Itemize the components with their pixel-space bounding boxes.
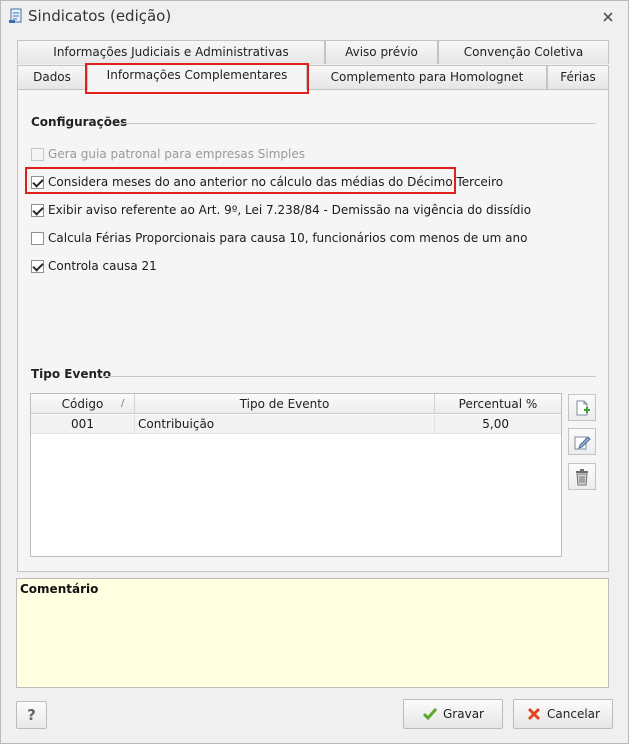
cell-codigo: 001	[31, 415, 135, 434]
trash-icon	[576, 468, 588, 485]
option-label: Considera meses do ano anterior no cálcu…	[48, 175, 504, 189]
table-header: Código / Tipo de Evento Percentual %	[31, 394, 561, 414]
cancel-button-label: Cancelar	[547, 707, 600, 721]
save-button[interactable]: Gravar	[403, 699, 503, 729]
add-document-icon	[576, 400, 590, 415]
edit-icon	[574, 435, 591, 449]
comment-field[interactable]: Comentário	[16, 578, 609, 688]
document-icon	[9, 8, 22, 23]
tipo-evento-title: Tipo Evento	[31, 367, 111, 381]
check-icon	[422, 708, 438, 721]
edit-record-button[interactable]	[568, 428, 596, 455]
option-label: Calcula Férias Proporcionais para causa …	[48, 231, 528, 245]
checkbox-gera-guia-patronal	[31, 147, 44, 161]
tab-informacoes-complementares[interactable]: Informações Complementares	[87, 63, 307, 90]
option-considera-meses[interactable]: Considera meses do ano anterior no cálcu…	[31, 173, 503, 191]
checkbox-calcula-ferias[interactable]	[31, 231, 44, 245]
option-label: Gera guia patronal para empresas Simples	[48, 147, 306, 161]
window-title: Sindicatos (edição)	[28, 7, 172, 25]
tab-dados[interactable]: Dados	[17, 65, 87, 89]
close-icon[interactable]	[600, 9, 616, 25]
tab-aviso-previo[interactable]: Aviso prévio	[325, 40, 438, 64]
tab-informacoes-judiciais[interactable]: Informações Judiciais e Administrativas	[17, 40, 325, 64]
column-header-codigo[interactable]: Código	[31, 394, 135, 414]
checkbox-considera-meses[interactable]	[31, 175, 44, 189]
checkbox-exibir-aviso[interactable]	[31, 203, 44, 217]
option-controla-causa[interactable]: Controla causa 21	[31, 257, 157, 275]
help-button[interactable]: ?	[16, 701, 47, 729]
checkbox-controla-causa[interactable]	[31, 259, 44, 273]
cell-percentual: 5,00	[482, 417, 509, 431]
tab-ferias[interactable]: Férias	[547, 65, 609, 89]
title-bar: Sindicatos (edição)	[1, 1, 628, 33]
option-gera-guia-patronal: Gera guia patronal para empresas Simples	[31, 145, 305, 163]
column-header-percentual[interactable]: Percentual %	[435, 394, 561, 414]
comment-label: Comentário	[20, 582, 99, 596]
cell-tipo-evento: Contribuição	[135, 415, 435, 434]
cancel-icon	[527, 707, 541, 721]
tipo-evento-table[interactable]: Código / Tipo de Evento Percentual % 001…	[30, 393, 562, 557]
tab-convencao-coletiva[interactable]: Convenção Coletiva	[438, 40, 609, 64]
save-button-label: Gravar	[443, 707, 484, 721]
column-header-tipo-evento[interactable]: Tipo de Evento	[135, 394, 435, 414]
option-label: Exibir aviso referente ao Art. 9º, Lei 7…	[48, 203, 532, 217]
delete-record-button[interactable]	[568, 463, 596, 490]
cancel-button[interactable]: Cancelar	[513, 699, 613, 729]
add-record-button[interactable]	[568, 394, 596, 421]
table-row[interactable]: 001 Contribuição 5,00	[31, 415, 561, 434]
tipo-evento-divider	[104, 376, 596, 377]
configuracoes-title: Configurações	[31, 115, 128, 129]
sort-indicator: /	[121, 398, 125, 409]
option-label: Controla causa 21	[48, 259, 157, 273]
configuracoes-divider	[119, 123, 596, 124]
tab-complemento-homolognet[interactable]: Complemento para Homolognet	[307, 65, 547, 89]
option-calcula-ferias[interactable]: Calcula Férias Proporcionais para causa …	[31, 229, 527, 247]
option-exibir-aviso[interactable]: Exibir aviso referente ao Art. 9º, Lei 7…	[31, 201, 531, 219]
